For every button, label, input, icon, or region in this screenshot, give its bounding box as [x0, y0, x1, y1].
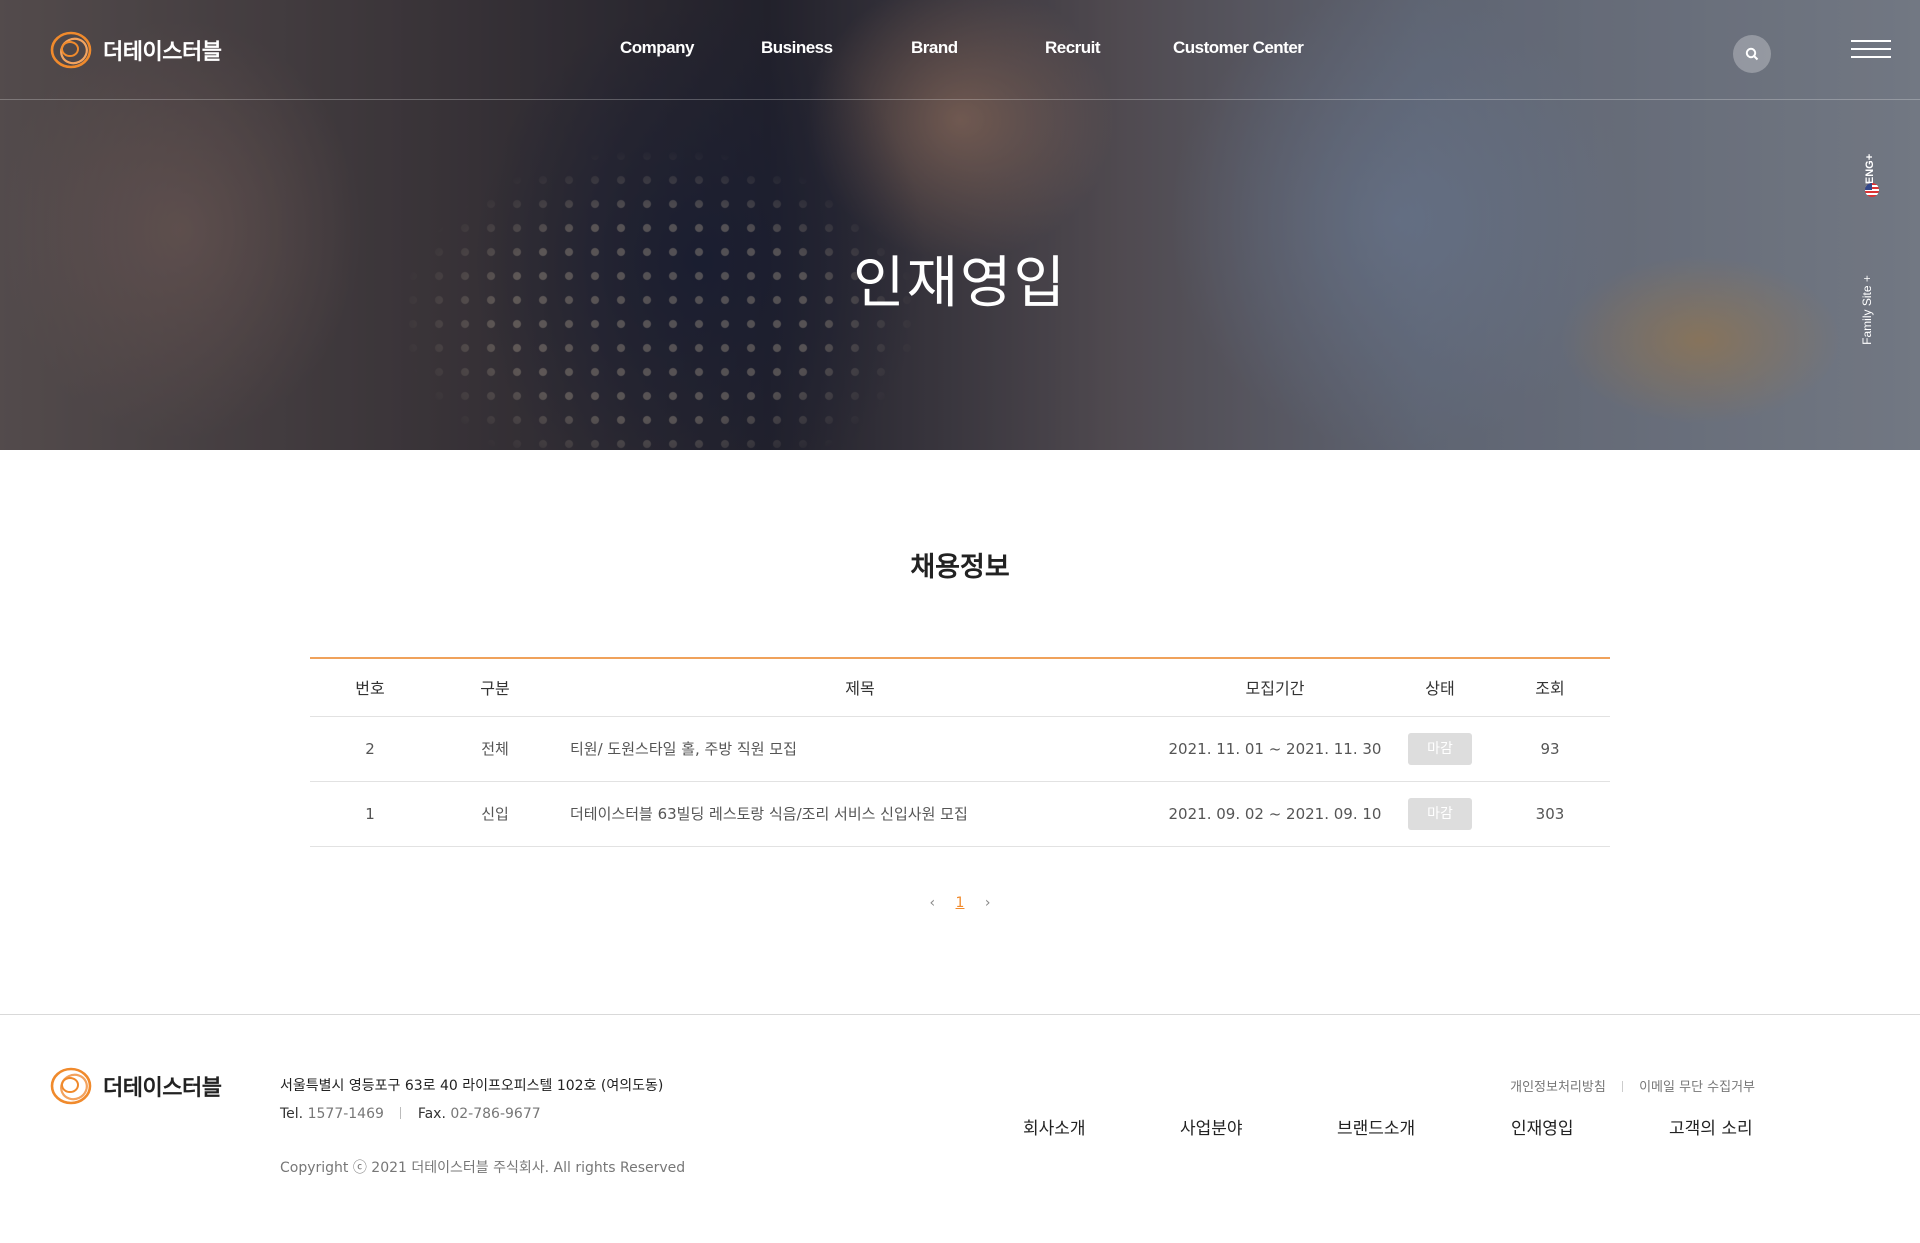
table-header-row: 번호 구분 제목 모집기간 상태 조회 — [310, 658, 1610, 717]
footer-divider — [0, 1014, 1920, 1015]
fax-number: 02-786-9677 — [450, 1106, 541, 1122]
section-title: 채용정보 — [910, 552, 1010, 583]
company-address: 서울특별시 영등포구 63로 40 라이프오피스텔 102호 (여의도동) — [280, 1078, 664, 1094]
hero-overlay — [0, 0, 1920, 450]
col-period: 모집기간 — [1160, 658, 1390, 717]
next-page-button[interactable]: › — [985, 895, 991, 911]
footer-menu-brand[interactable]: 브랜드소개 — [1337, 1114, 1415, 1139]
tel-number: 1577-1469 — [307, 1106, 384, 1122]
contact-separator — [400, 1107, 402, 1119]
table-row[interactable]: 2 전체 티원/ 도원스타일 홀, 주방 직원 모집 2021. 11. 01 … — [310, 716, 1610, 782]
search-button[interactable] — [1733, 35, 1771, 73]
nav-customer-center[interactable]: Customer Center — [1173, 38, 1304, 58]
header-divider — [0, 99, 1920, 100]
search-icon — [1745, 47, 1759, 61]
company-contact: Tel. 1577-1469 Fax. 02-786-9677 — [280, 1106, 541, 1122]
row-category: 전체 — [430, 716, 560, 782]
brand-name: 더테이스터블 — [103, 1076, 222, 1101]
nav-company[interactable]: Company — [620, 38, 694, 58]
footer-menu-customer-voice[interactable]: 고객의 소리 — [1669, 1114, 1753, 1139]
nav-brand[interactable]: Brand — [911, 38, 958, 58]
col-category: 구분 — [430, 658, 560, 717]
footer-menu-business[interactable]: 사업분야 — [1180, 1114, 1243, 1139]
row-views: 93 — [1490, 716, 1610, 782]
brand-swirl-icon — [49, 1064, 95, 1108]
row-number: 1 — [310, 781, 430, 847]
row-title-link[interactable]: 티원/ 도원스타일 홀, 주방 직원 모집 — [560, 716, 1160, 782]
status-badge: 마감 — [1408, 797, 1472, 830]
page-number-current[interactable]: 1 — [956, 895, 965, 911]
row-status-cell: 마감 — [1390, 781, 1490, 847]
col-status: 상태 — [1390, 658, 1490, 717]
copyright: Copyright ⓒ 2021 더테이스터블 주식회사. All rights… — [280, 1160, 686, 1176]
row-category: 신입 — [430, 781, 560, 847]
col-views: 조회 — [1490, 658, 1610, 717]
row-number: 2 — [310, 716, 430, 782]
status-badge: 마감 — [1408, 732, 1472, 765]
recruit-table: 번호 구분 제목 모집기간 상태 조회 2 전체 티원/ 도원스타일 홀, 주방… — [310, 657, 1610, 847]
brand-swirl-icon — [49, 28, 95, 72]
menu-bar-icon — [1851, 56, 1891, 58]
fax-label: Fax. — [417, 1106, 446, 1122]
col-number: 번호 — [310, 658, 430, 717]
menu-bar-icon — [1851, 48, 1891, 50]
hero-banner: 더테이스터블 Company Business Brand Recruit Cu… — [0, 0, 1920, 450]
row-period: 2021. 09. 02 ~ 2021. 09. 10 — [1160, 781, 1390, 847]
table-row[interactable]: 1 신입 더테이스터블 63빌딩 레스토랑 식음/조리 서비스 신입사원 모집 … — [310, 781, 1610, 847]
footer-util-links: 개인정보처리방침 이메일 무단 수집거부 — [1470, 1076, 1755, 1095]
page-title: 인재영입 — [852, 251, 1068, 316]
email-refusal-link[interactable]: 이메일 무단 수집거부 — [1639, 1080, 1755, 1095]
footer-menu-recruit[interactable]: 인재영입 — [1511, 1114, 1574, 1139]
nav-recruit[interactable]: Recruit — [1045, 38, 1101, 58]
row-status-cell: 마감 — [1390, 716, 1490, 782]
pagination: ‹ 1 › — [0, 895, 1920, 911]
footer-menu-company[interactable]: 회사소개 — [1023, 1114, 1086, 1139]
header-logo[interactable]: 더테이스터블 — [49, 28, 222, 72]
menu-bar-icon — [1851, 40, 1891, 42]
prev-page-button[interactable]: ‹ — [929, 895, 935, 911]
privacy-policy-link[interactable]: 개인정보처리방침 — [1510, 1080, 1606, 1095]
hamburger-menu-button[interactable] — [1851, 40, 1891, 60]
util-separator — [1621, 1081, 1623, 1092]
nav-business[interactable]: Business — [761, 38, 833, 58]
english-site-link[interactable]: ENG+ — [1860, 145, 1884, 205]
col-title: 제목 — [560, 658, 1160, 717]
tel-label: Tel. — [280, 1106, 304, 1122]
row-views: 303 — [1490, 781, 1610, 847]
us-flag-icon — [1865, 183, 1879, 197]
row-title-link[interactable]: 더테이스터블 63빌딩 레스토랑 식음/조리 서비스 신입사원 모집 — [560, 781, 1160, 847]
brand-name: 더테이스터블 — [103, 40, 222, 65]
footer-logo[interactable]: 더테이스터블 — [49, 1064, 222, 1108]
row-period: 2021. 11. 01 ~ 2021. 11. 30 — [1160, 716, 1390, 782]
